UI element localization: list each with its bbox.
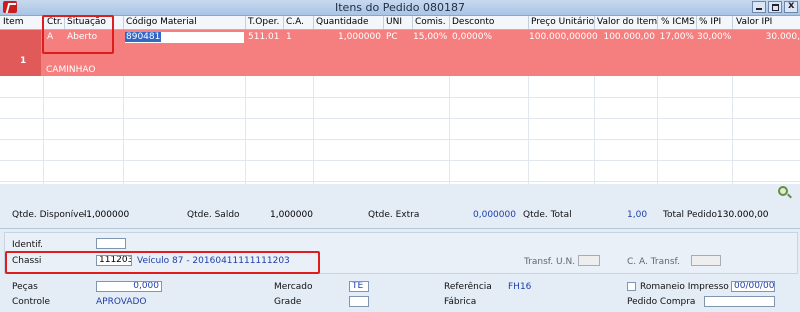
referencia-value: FH16 bbox=[508, 282, 532, 292]
col-ca[interactable]: C.A. bbox=[286, 17, 304, 27]
col-preco-unitario[interactable]: Preço Unitário bbox=[531, 17, 594, 27]
col-valor-item[interactable]: Valor do Item bbox=[597, 17, 657, 27]
col-valor-ipi[interactable]: Valor IPI bbox=[736, 17, 772, 27]
cell-ca: 1 bbox=[286, 32, 292, 42]
col-uni[interactable]: UNI bbox=[386, 17, 402, 27]
col-toper[interactable]: T.Oper. bbox=[248, 17, 279, 27]
col-item[interactable]: Item bbox=[3, 17, 24, 27]
col-desconto[interactable]: Desconto bbox=[452, 17, 494, 27]
identif-input[interactable] bbox=[96, 238, 126, 249]
qtde-extra-label: Qtde. Extra bbox=[368, 210, 420, 220]
fabrica-label: Fábrica bbox=[444, 297, 477, 307]
minimize-icon[interactable] bbox=[752, 1, 766, 13]
cell-descricao: CAMINHAO bbox=[46, 65, 96, 75]
cell-uni: PC bbox=[386, 32, 398, 42]
highlight-chassi bbox=[5, 251, 320, 274]
cell-toper: 511.01 bbox=[248, 32, 280, 42]
grade-input[interactable] bbox=[349, 296, 369, 307]
identif-label: Identif. bbox=[12, 240, 44, 250]
grid-header: Item Ctr. Situação Código Material T.Ope… bbox=[0, 16, 800, 30]
zoom-icon[interactable] bbox=[778, 186, 788, 196]
cell-ipi: 30,00% bbox=[697, 32, 732, 42]
items-grid: Item Ctr. Situação Código Material T.Ope… bbox=[0, 16, 800, 184]
table-row[interactable]: 1 A Aberto 890481 511.01 1 1,000000 PC 1… bbox=[0, 30, 800, 76]
controle-value: APROVADO bbox=[96, 297, 147, 307]
controle-label: Controle bbox=[12, 297, 51, 307]
cell-icms: 17,00% bbox=[659, 32, 694, 42]
pecas-input[interactable]: 0,000 bbox=[96, 281, 162, 292]
divider bbox=[0, 228, 800, 229]
qtde-total-label: Qtde. Total bbox=[523, 210, 572, 220]
title-bar: Itens do Pedido 080187 bbox=[0, 0, 800, 16]
window-title: Itens do Pedido 080187 bbox=[335, 1, 465, 14]
referencia-label: Referência bbox=[444, 282, 492, 292]
qtde-total-value: 1,00 bbox=[627, 210, 648, 220]
qtde-disponivel-value: -1,000000 bbox=[83, 210, 130, 220]
qtde-disponivel-label: Qtde. Disponível bbox=[12, 210, 87, 220]
ca-transf-input bbox=[691, 255, 721, 266]
total-pedido-label: Total Pedido bbox=[663, 210, 717, 220]
mercado-input[interactable]: TE bbox=[349, 281, 369, 292]
codigo-material-input[interactable]: 890481 bbox=[125, 32, 244, 43]
highlight-situacao bbox=[42, 15, 114, 54]
ca-transf-label: C. A. Transf. bbox=[627, 257, 680, 267]
transf-un-input bbox=[578, 255, 600, 266]
qtde-saldo-value: 1,000000 bbox=[270, 210, 313, 220]
maximize-icon[interactable] bbox=[768, 1, 782, 13]
window-controls bbox=[752, 0, 798, 13]
col-quantidade[interactable]: Quantidade bbox=[316, 17, 369, 27]
col-icms[interactable]: % ICMS bbox=[661, 17, 695, 27]
qtde-saldo-label: Qtde. Saldo bbox=[187, 210, 240, 220]
col-comis[interactable]: Comis. bbox=[415, 17, 446, 27]
mercado-label: Mercado bbox=[274, 282, 313, 292]
cell-quantidade: 1,000000 bbox=[338, 32, 381, 42]
pecas-label: Peças bbox=[12, 282, 38, 292]
qtde-extra-value: 0,000000 bbox=[473, 210, 516, 220]
col-ipi[interactable]: % IPI bbox=[699, 17, 721, 27]
pedido-compra-input[interactable] bbox=[704, 296, 775, 307]
cell-valor-item: 100.000,00 bbox=[603, 32, 655, 42]
romaneio-date-input[interactable]: 00/00/00 bbox=[731, 281, 775, 292]
transf-un-label: Transf. U.N. bbox=[524, 257, 576, 267]
grade-label: Grade bbox=[274, 297, 302, 307]
romaneio-label: Romaneio Impresso bbox=[640, 282, 729, 292]
close-icon[interactable] bbox=[784, 0, 798, 13]
col-codigo-material[interactable]: Código Material bbox=[126, 17, 197, 27]
pedido-compra-label: Pedido Compra bbox=[627, 297, 696, 307]
total-pedido-value: 130.000,00 bbox=[717, 210, 769, 220]
row-number: 1 bbox=[0, 30, 41, 76]
cell-valor-ipi: 30.000, bbox=[765, 32, 800, 42]
romaneio-checkbox[interactable] bbox=[627, 282, 636, 291]
cell-desconto: 0,0000% bbox=[452, 32, 493, 42]
cell-comis: 15,00% bbox=[413, 32, 448, 42]
cell-preco-unitario: 100.000,00000 bbox=[529, 32, 598, 42]
